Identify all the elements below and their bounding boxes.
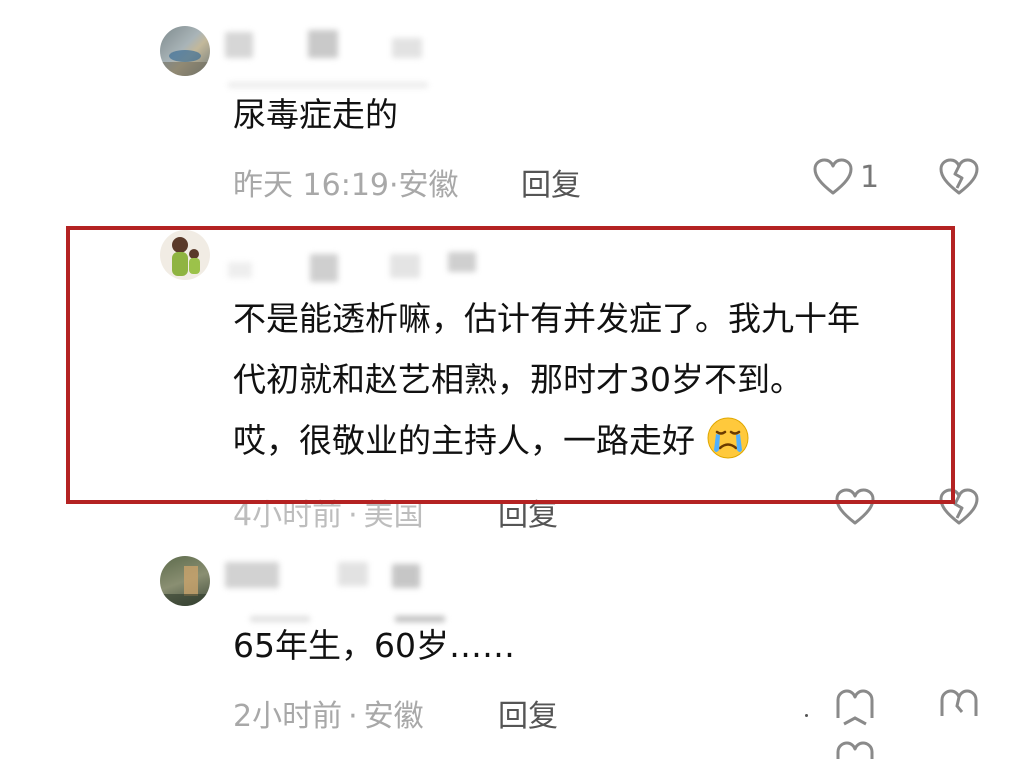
meta-separator: · <box>348 699 358 734</box>
heart-outline-icon-partial <box>834 740 876 763</box>
like-button[interactable] <box>834 688 876 726</box>
username-blurred[interactable] <box>225 32 253 58</box>
broken-heart-icon <box>940 689 978 716</box>
comment-text: 65年生，60岁…… <box>233 626 515 665</box>
avatar-image <box>160 566 210 606</box>
highlight-box <box>66 226 955 504</box>
broken-heart-icon <box>939 158 979 195</box>
like-button[interactable]: 1 <box>812 158 879 196</box>
username-blurred[interactable] <box>225 562 279 588</box>
dislike-button[interactable] <box>938 158 980 200</box>
comment-time: 昨天 16:19 <box>233 168 389 203</box>
avatar-image <box>160 50 210 76</box>
username-blurred[interactable] <box>308 30 338 58</box>
heart-outline-icon <box>813 158 853 195</box>
heart-outline-icon <box>836 741 874 759</box>
username-blurred[interactable] <box>392 38 422 58</box>
avatar[interactable] <box>160 26 210 76</box>
like-count: 1 <box>860 159 880 195</box>
comment-time: 2小时前 <box>233 699 343 734</box>
reply-button[interactable]: 回复 <box>521 160 581 204</box>
meta-separator: · <box>389 168 399 203</box>
avatar[interactable] <box>160 556 210 606</box>
username-blurred[interactable] <box>392 564 420 588</box>
username-blurred[interactable] <box>338 562 368 586</box>
comment-meta: 昨天 16:19·安徽 <box>233 160 459 204</box>
reply-button[interactable]: 回复 <box>498 691 558 735</box>
dot-artifact <box>805 714 808 717</box>
comment-location: 安徽 <box>363 699 424 734</box>
comment-text: 尿毒症走的 <box>233 95 398 134</box>
comment-meta: 2小时前 · 安徽 <box>233 691 424 735</box>
comment-location: 安徽 <box>398 168 459 203</box>
heart-outline-icon <box>836 689 874 726</box>
dislike-button[interactable] <box>938 688 980 722</box>
